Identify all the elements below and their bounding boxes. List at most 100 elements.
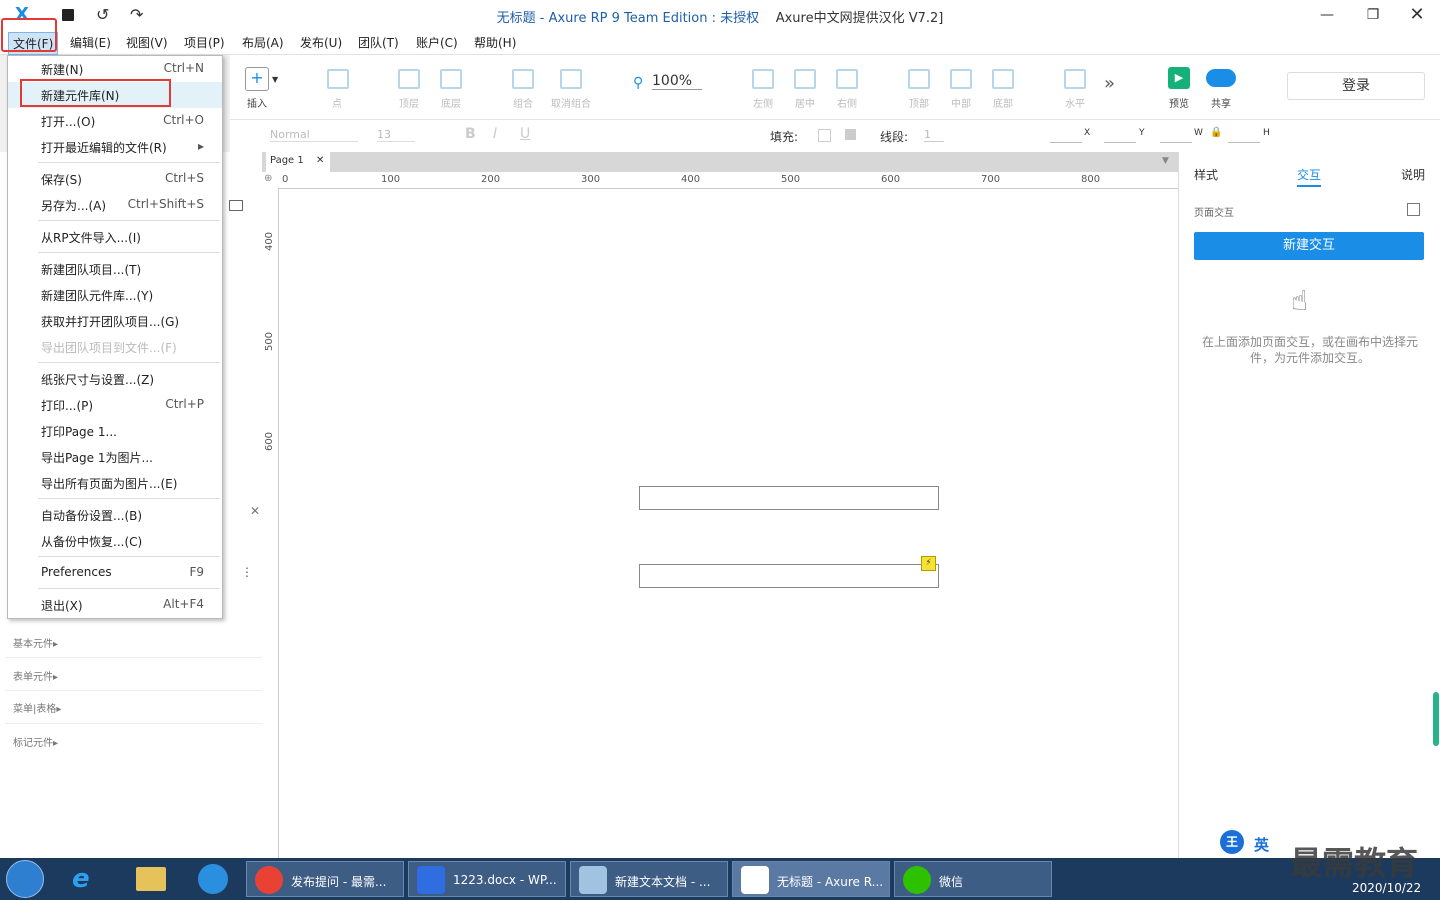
w-input[interactable] (1160, 128, 1192, 143)
design-canvas[interactable]: ⚡ (279, 189, 1178, 858)
underline-icon[interactable]: U (520, 126, 530, 142)
library-markup[interactable]: 标记元件▸ (13, 734, 58, 749)
menu-item-print[interactable]: 打印...(P) Ctrl+P (8, 392, 222, 418)
shadow-swatch[interactable] (845, 129, 856, 140)
tray-icons[interactable] (1150, 870, 1300, 888)
menu-item-export-all-images[interactable]: 导出所有页面为图片...(E) (8, 470, 222, 496)
menu-edit[interactable]: 编辑(E) (70, 34, 111, 51)
font-size-select[interactable]: 13 (377, 128, 415, 142)
stroke-width-input[interactable]: 1 (924, 128, 944, 142)
align-middle-icon[interactable] (950, 69, 972, 89)
menu-item-export-team-project: 导出团队项目到文件...(F) (8, 334, 222, 360)
ie-icon[interactable]: e (72, 864, 90, 894)
menu-item-export-page-image[interactable]: 导出Page 1为图片... (8, 444, 222, 470)
italic-icon[interactable]: I (493, 126, 497, 142)
library-form[interactable]: 表单元件▸ (13, 668, 58, 683)
zoom-select[interactable]: 100% (652, 73, 702, 90)
browser-icon[interactable] (198, 864, 228, 894)
interaction-lightning-icon[interactable]: ⚡ (921, 556, 936, 571)
ruler-label: 600 (264, 431, 276, 452)
menu-publish[interactable]: 发布(U) (300, 34, 342, 51)
tab-close-icon[interactable]: ✕ (316, 155, 324, 166)
add-folder-icon[interactable] (229, 200, 243, 211)
menu-item-save-as[interactable]: 另存为...(A) Ctrl+Shift+S (8, 192, 222, 218)
tab-dropdown-icon[interactable]: ▼ (1162, 156, 1169, 166)
menu-item-save[interactable]: 保存(S) Ctrl+S (8, 166, 222, 192)
section-expand-icon[interactable] (1407, 203, 1420, 216)
canvas-textbox-1[interactable] (639, 486, 939, 510)
lock-icon[interactable]: 🔒 (1210, 127, 1222, 138)
align-left-icon[interactable] (752, 69, 774, 89)
menu-help[interactable]: 帮助(H) (474, 34, 516, 51)
menu-item-print-page[interactable]: 打印Page 1... (8, 418, 222, 444)
h-input[interactable] (1228, 128, 1260, 143)
task-axure[interactable]: 无标题 - Axure R... (732, 861, 890, 897)
divider (5, 690, 275, 691)
tab-page-1[interactable]: Page 1 ✕ (266, 152, 330, 172)
library-menu-table[interactable]: 菜单|表格▸ (13, 700, 61, 715)
menu-item-recent[interactable]: 打开最近编辑的文件(R) ▸ (8, 134, 222, 160)
minimize-button[interactable]: — (1304, 4, 1350, 26)
menu-item-page-setup[interactable]: 纸张尺寸与设置...(Z) (8, 366, 222, 392)
start-button[interactable] (6, 860, 44, 898)
menu-account[interactable]: 账户(C) (416, 34, 458, 51)
more-tools-icon[interactable]: » (1104, 73, 1115, 94)
menu-item-import-rp[interactable]: 从RP文件导入...(I) (8, 224, 222, 250)
new-interaction-button[interactable]: 新建交互 (1194, 232, 1424, 260)
tab-style[interactable]: 样式 (1194, 166, 1218, 183)
tab-interaction[interactable]: 交互 (1297, 166, 1322, 187)
menu-item-exit[interactable]: 退出(X) Alt+F4 (8, 592, 222, 618)
menu-team[interactable]: 团队(T) (358, 34, 399, 51)
ungroup-label: 取消组合 (551, 99, 591, 110)
library-menu-icon[interactable]: ⋮ (241, 565, 253, 579)
preview-icon[interactable]: ▶ (1168, 67, 1190, 89)
panel-close-icon[interactable]: ✕ (250, 504, 260, 518)
canvas-textbox-2[interactable] (639, 564, 939, 588)
library-basic[interactable]: 基本元件▸ (13, 635, 58, 650)
align-right-icon[interactable] (836, 69, 858, 89)
close-button[interactable]: ✕ (1394, 4, 1440, 26)
align-center-icon[interactable] (794, 69, 816, 89)
tab-notes[interactable]: 说明 (1401, 166, 1425, 183)
bold-icon[interactable]: B (465, 126, 476, 142)
section-label: 页面交互 (1194, 208, 1234, 219)
bottom-layer-icon[interactable] (440, 69, 462, 89)
task-chrome[interactable]: 发布提问 - 最需... (246, 861, 404, 897)
insert-button[interactable]: + (245, 67, 269, 91)
menu-item-open[interactable]: 打开...(O) Ctrl+O (8, 108, 222, 134)
menu-view[interactable]: 视图(V) (126, 34, 168, 51)
maximize-button[interactable]: ❐ (1350, 4, 1396, 26)
y-input[interactable] (1104, 128, 1136, 143)
task-wechat[interactable]: 微信 (894, 861, 1052, 897)
fill-color-swatch[interactable] (818, 129, 831, 142)
point-icon[interactable] (327, 69, 349, 89)
menu-item-new-team-library[interactable]: 新建团队元件库...(Y) (8, 282, 222, 308)
top-layer-icon[interactable] (398, 69, 420, 89)
align-top-icon[interactable] (908, 69, 930, 89)
insert-dropdown-icon[interactable]: ▼ (272, 75, 278, 84)
align-bottom-icon[interactable] (992, 69, 1014, 89)
font-style-select[interactable]: Normal (270, 128, 358, 142)
distribute-horizontal-icon[interactable] (1064, 69, 1086, 89)
menu-item-autobackup[interactable]: 自动备份设置...(B) (8, 502, 222, 528)
menu-layout[interactable]: 布局(A) (242, 34, 284, 51)
group-icon[interactable] (512, 69, 534, 89)
format-bar: Normal 13 B I U 填充: 线段: 1 X Y W 🔒 H (230, 120, 1440, 153)
main-toolbar: + ▼ 插入 点 顶层 底层 组合 取消组合 ⚲ 100% 左侧 居中 右侧 顶… (230, 55, 1440, 120)
ime-language[interactable]: 英 (1254, 834, 1269, 855)
zoom-icon[interactable]: ⚲ (633, 75, 643, 91)
scroll-indicator[interactable] (1433, 692, 1439, 746)
menu-item-preferences[interactable]: Preferences F9 (8, 560, 222, 586)
menu-item-get-team-project[interactable]: 获取并打开团队项目...(G) (8, 308, 222, 334)
explorer-icon[interactable] (136, 867, 166, 891)
menu-item-restore-backup[interactable]: 从备份中恢复...(C) (8, 528, 222, 554)
ungroup-icon[interactable] (560, 69, 582, 89)
x-input[interactable] (1050, 128, 1082, 143)
task-notepad[interactable]: 新建文本文档 - ... (570, 861, 728, 897)
share-cloud-icon[interactable] (1206, 69, 1236, 87)
menu-item-new-team-project[interactable]: 新建团队项目...(T) (8, 256, 222, 282)
ruler-label: 500 (781, 174, 801, 185)
menu-project[interactable]: 项目(P) (184, 34, 225, 51)
login-button[interactable]: 登录 (1287, 72, 1425, 100)
task-wps[interactable]: 1223.docx - WP... (408, 861, 566, 897)
